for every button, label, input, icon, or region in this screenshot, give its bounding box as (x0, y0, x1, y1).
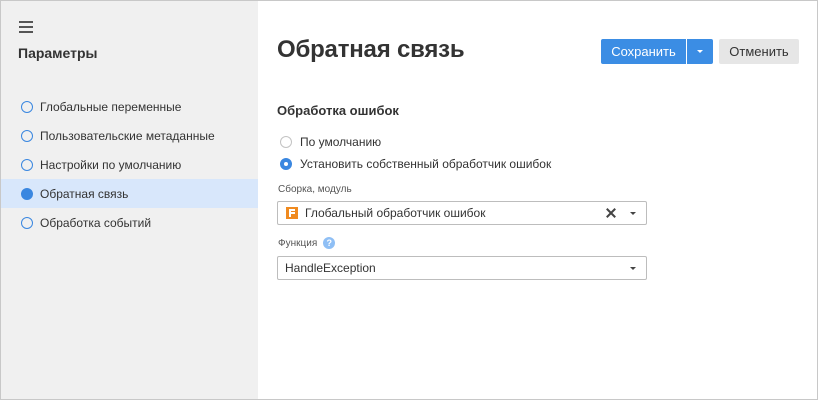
radio-icon (21, 187, 33, 200)
function-select[interactable]: HandleException (277, 256, 647, 280)
page-title: Обратная связь (277, 36, 465, 63)
sidebar-item-label: Обработка событий (40, 215, 152, 230)
sidebar-item-label: Настройки по умолчанию (40, 157, 182, 172)
radio-icon (280, 136, 292, 148)
assembly-module-select[interactable]: Глобальный обработчик ошибок (277, 201, 647, 225)
caret-down-icon (697, 50, 703, 53)
cancel-button[interactable]: Отменить (719, 39, 799, 64)
radio-icon (21, 158, 33, 171)
sidebar-item-global-variables[interactable]: Глобальные переменные (1, 92, 258, 121)
help-icon[interactable]: ? (323, 237, 336, 249)
assembly-label-text: Сборка, модуль (278, 184, 352, 195)
caret-down-icon[interactable] (630, 211, 636, 215)
function-label-text: Функция (278, 237, 318, 249)
radio-icon (21, 216, 33, 229)
sidebar: Параметры Глобальные переменные Пользова… (1, 1, 258, 399)
radio-icon (21, 129, 33, 142)
sidebar-title: Параметры (18, 45, 98, 61)
radio-option-label: По умолчанию (300, 135, 382, 149)
assembly-module-value: Глобальный обработчик ошибок (305, 206, 486, 220)
save-options-button[interactable] (687, 39, 713, 64)
clear-icon[interactable] (604, 206, 618, 220)
function-field-label: Функция ? (278, 237, 336, 249)
radio-option-custom-handler[interactable]: Установить собственный обработчик ошибок (280, 157, 551, 171)
radio-icon (21, 100, 33, 113)
radio-option-label: Установить собственный обработчик ошибок (300, 157, 552, 171)
function-value: HandleException (285, 261, 376, 275)
module-icon (286, 207, 298, 219)
section-title: Обработка ошибок (277, 103, 399, 118)
save-button[interactable]: Сохранить (601, 39, 686, 64)
settings-window: Параметры Глобальные переменные Пользова… (0, 0, 818, 400)
assembly-field-label: Сборка, модуль (278, 184, 352, 195)
radio-option-default[interactable]: По умолчанию (280, 135, 381, 149)
radio-checked-icon (280, 158, 292, 170)
caret-down-icon[interactable] (630, 266, 636, 270)
sidebar-item-event-handling[interactable]: Обработка событий (1, 208, 258, 237)
hamburger-menu-icon[interactable] (19, 21, 33, 33)
sidebar-item-label: Глобальные переменные (40, 99, 182, 114)
sidebar-nav: Глобальные переменные Пользовательские м… (1, 92, 258, 237)
sidebar-item-user-metadata[interactable]: Пользовательские метаданные (1, 121, 258, 150)
sidebar-item-label: Пользовательские метаданные (40, 128, 215, 143)
sidebar-item-feedback[interactable]: Обратная связь (1, 179, 258, 208)
sidebar-item-label: Обратная связь (40, 186, 129, 201)
sidebar-item-default-settings[interactable]: Настройки по умолчанию (1, 150, 258, 179)
